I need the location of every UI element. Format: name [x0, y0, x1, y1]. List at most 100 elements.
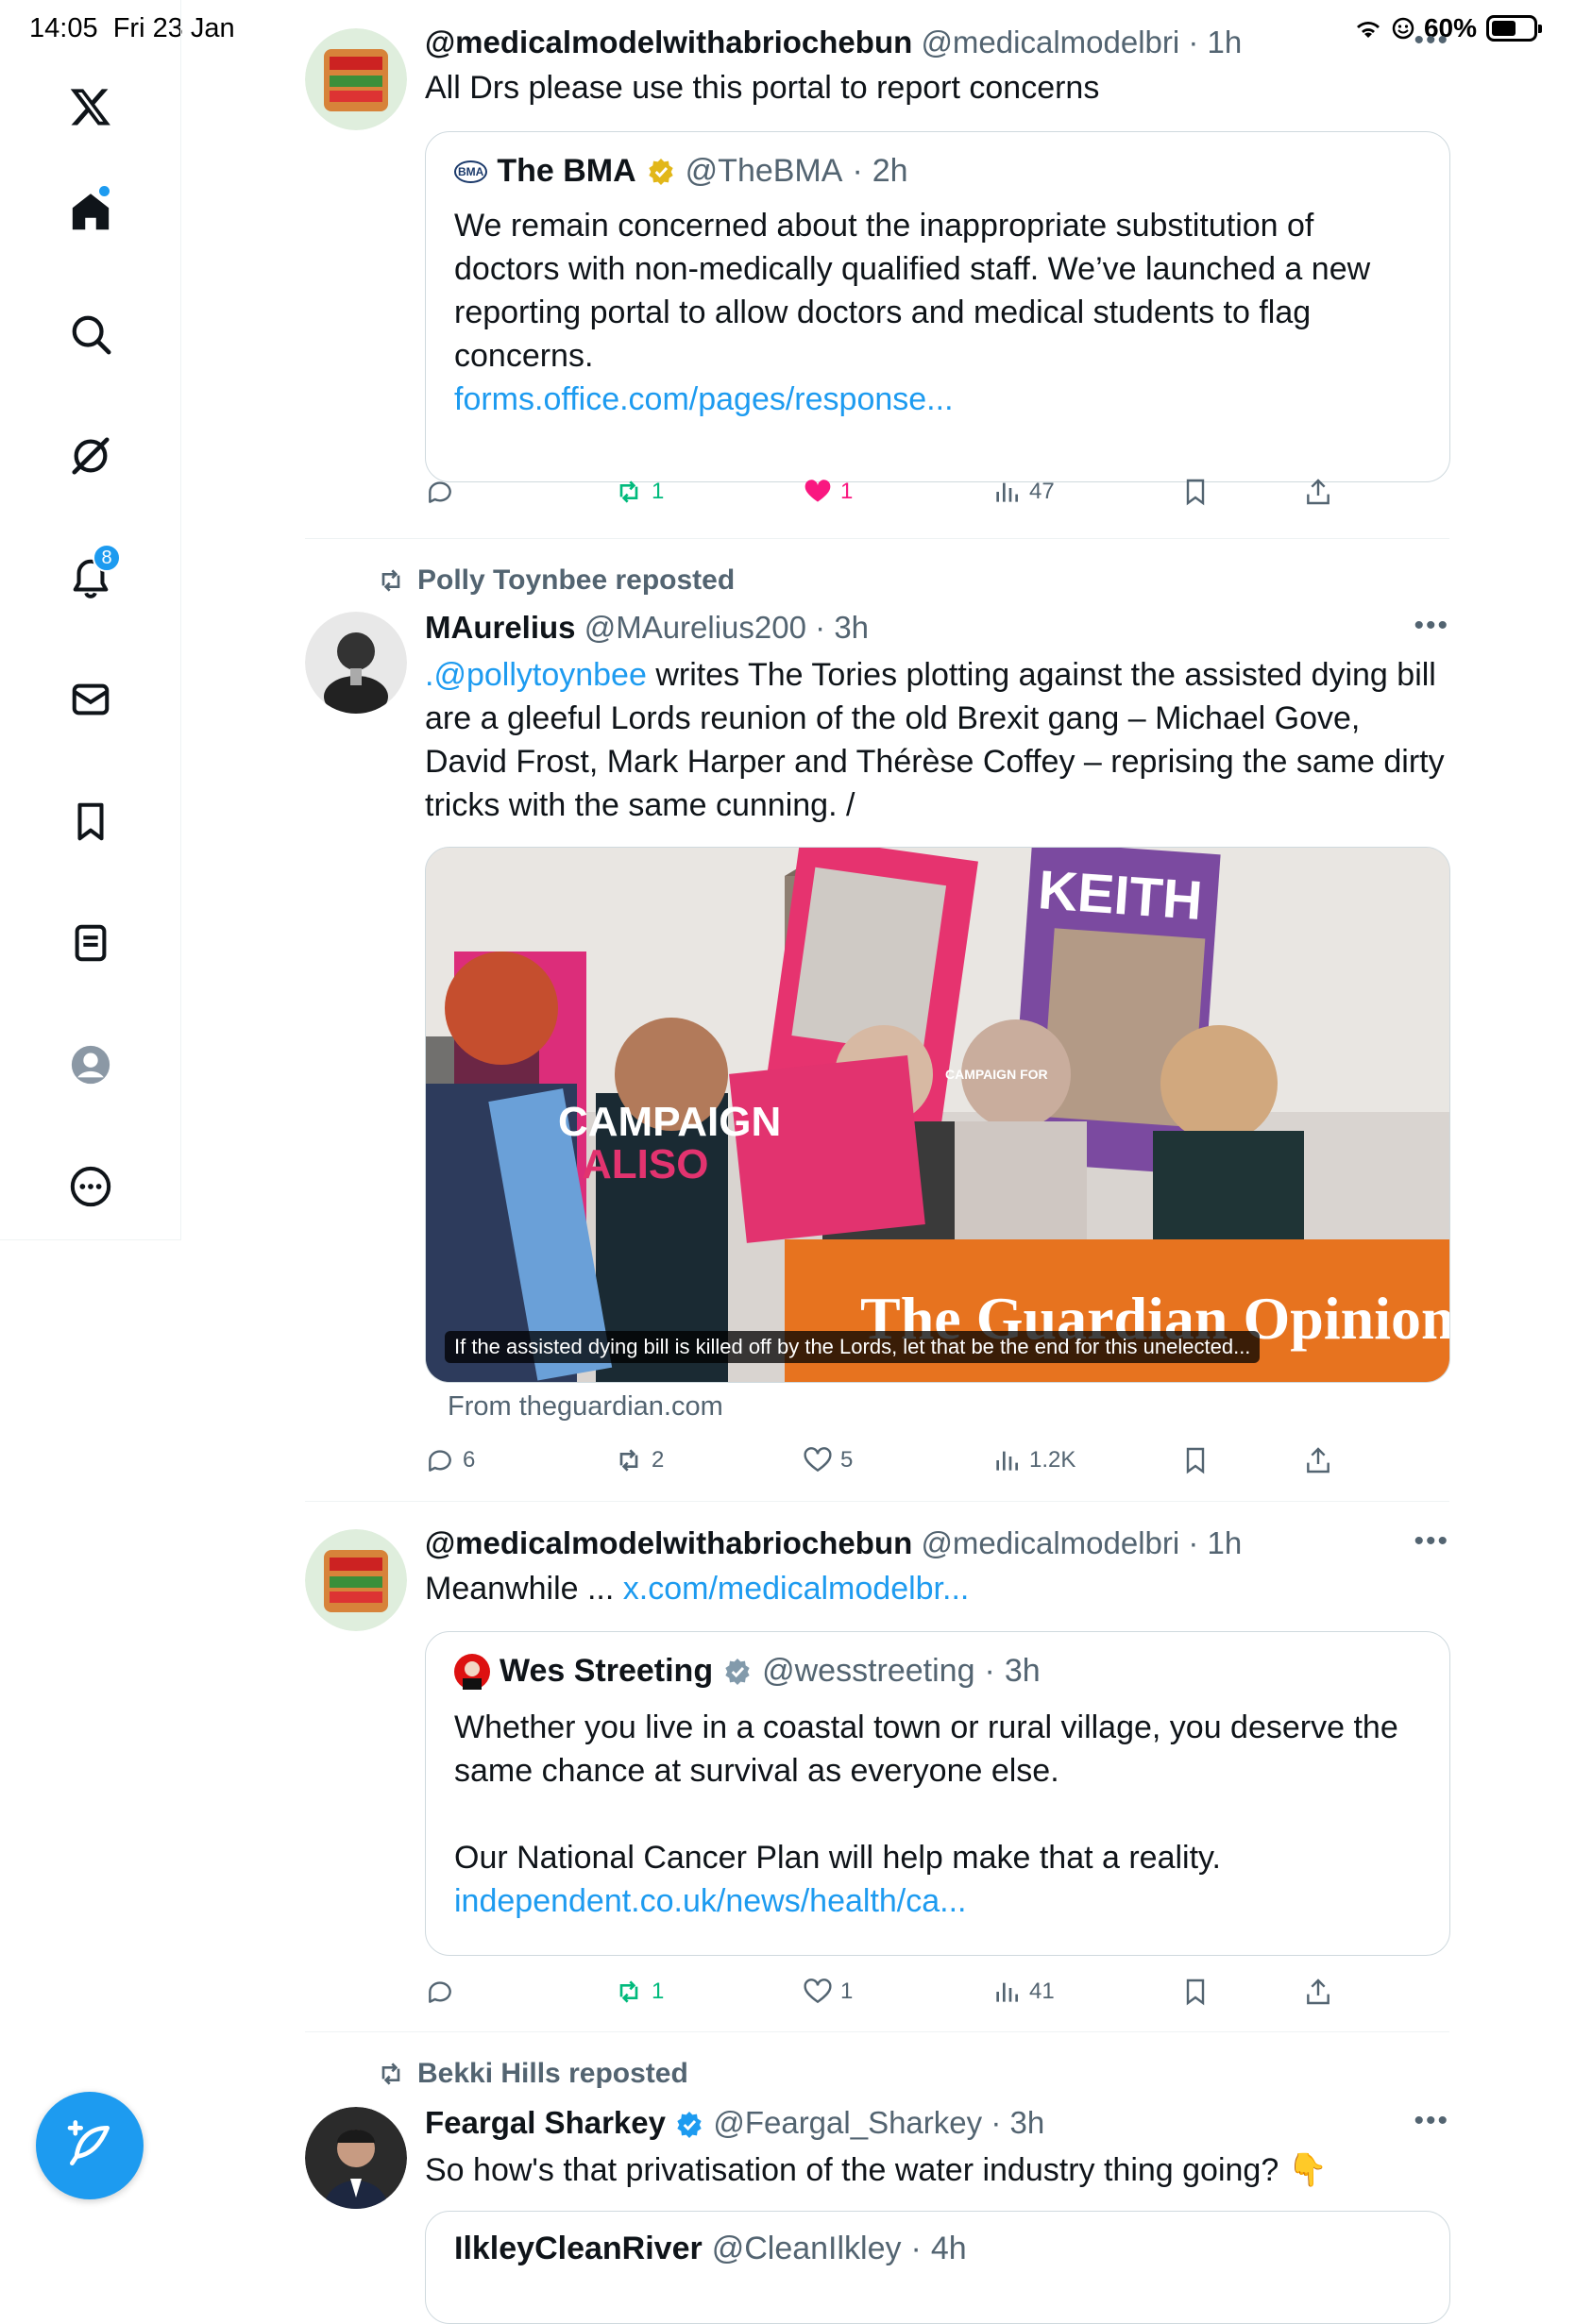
- post-time[interactable]: 3h: [1009, 2105, 1044, 2140]
- post-time[interactable]: 1h: [1208, 25, 1243, 59]
- author-handle: @MAurelius200: [584, 610, 806, 645]
- author-name[interactable]: @medicalmodelwithabriochebun: [425, 1525, 912, 1560]
- post-time[interactable]: 1h: [1208, 1525, 1243, 1560]
- link-source[interactable]: From theguardian.com: [448, 1391, 723, 1423]
- mention-link[interactable]: .@pollytoynbee: [425, 657, 647, 693]
- home-unread-dot: [99, 186, 110, 196]
- share-button[interactable]: [1303, 1977, 1333, 2007]
- like-button[interactable]: 1: [803, 477, 853, 507]
- like-button[interactable]: 1: [803, 1977, 853, 2007]
- share-icon: [1307, 1447, 1329, 1474]
- repost-count: 2: [652, 1447, 665, 1473]
- search-icon[interactable]: [53, 296, 128, 372]
- avatar[interactable]: [305, 1529, 407, 1631]
- author-handle: @Feargal_Sharkey: [713, 2105, 983, 2140]
- reply-button[interactable]: [425, 477, 463, 507]
- link-card-image[interactable]: KEITH CAMPAIGN ALISO CAMPAIGN FOR The Gu…: [425, 847, 1450, 1383]
- post-text: All Drs please use this portal to report…: [425, 70, 1100, 106]
- repost-count: 1: [652, 479, 665, 504]
- notifications-badge: 8: [93, 544, 121, 572]
- views-icon: [996, 1451, 1018, 1471]
- compose-post-button[interactable]: [36, 2092, 144, 2199]
- gold-verified-icon: [648, 158, 673, 185]
- quoted-header: Wes Streeting @wesstreeting · 3h: [454, 1653, 1041, 1690]
- quoted-post[interactable]: BMA The BMA @TheBMA · 2h We remain conce…: [425, 131, 1450, 482]
- repost-icon: [619, 480, 638, 503]
- bookmark-button[interactable]: [1180, 1445, 1211, 1475]
- post-time[interactable]: 3h: [834, 610, 869, 645]
- author-handle: @medicalmodelbri: [921, 1525, 1180, 1560]
- wifi-icon: [1356, 22, 1380, 38]
- post-actions: 6 2 5 1.2K: [425, 1445, 1450, 1483]
- sign-campaign: CAMPAIGN: [558, 1099, 781, 1145]
- post-link[interactable]: x.com/medicalmodelbr...: [623, 1571, 970, 1607]
- quoted-post[interactable]: Wes Streeting @wesstreeting · 3h Whether…: [425, 1631, 1450, 1956]
- more-options-icon[interactable]: •••: [1414, 1525, 1449, 1558]
- repost-button[interactable]: 1: [614, 477, 664, 507]
- more-icon[interactable]: [53, 1149, 128, 1224]
- avatar[interactable]: [305, 2107, 407, 2209]
- repost-button[interactable]: 2: [614, 1445, 664, 1475]
- views-button[interactable]: 47: [991, 477, 1055, 507]
- post-body: Meanwhile ...: [425, 1571, 623, 1607]
- heart-icon: [804, 1447, 832, 1473]
- reposted-by-label[interactable]: Bekki Hills reposted: [417, 2058, 688, 2090]
- more-options-icon[interactable]: •••: [1414, 25, 1449, 57]
- share-button[interactable]: [1303, 477, 1333, 507]
- messages-icon[interactable]: [53, 662, 128, 737]
- avatar[interactable]: [305, 612, 407, 714]
- quoted-link[interactable]: forms.office.com/pages/response...: [454, 381, 954, 417]
- face-icon: [1392, 17, 1414, 40]
- author-name[interactable]: MAurelius: [425, 610, 576, 645]
- more-options-icon[interactable]: •••: [1414, 2105, 1449, 2137]
- x-logo-icon[interactable]: [53, 69, 128, 144]
- bookmarks-icon[interactable]: [53, 783, 128, 859]
- views-button[interactable]: 41: [991, 1977, 1055, 2007]
- protest-photo: KEITH CAMPAIGN ALISO CAMPAIGN FOR The Gu…: [426, 848, 1449, 1382]
- bookmark-button[interactable]: [1180, 477, 1211, 507]
- bma-logo-icon: BMA: [454, 160, 488, 183]
- post-header: @medicalmodelwithabriochebun @medicalmod…: [425, 25, 1243, 59]
- bookmark-icon: [1186, 1979, 1205, 2006]
- avatar[interactable]: [305, 28, 407, 130]
- bookmark-button[interactable]: [1180, 1977, 1211, 2007]
- quoted-body: Whether you live in a coastal town or ru…: [454, 1709, 1398, 1789]
- post-text: So how's that privatisation of the water…: [425, 2152, 1329, 2188]
- quoted-author-name: Wes Streeting: [500, 1653, 714, 1689]
- divider: [305, 2031, 1449, 2032]
- reply-button[interactable]: [425, 1977, 463, 2007]
- repost-button[interactable]: 1: [614, 1977, 664, 2007]
- like-button[interactable]: 5: [803, 1445, 853, 1475]
- quoted-text: We remain concerned about the inappropri…: [454, 204, 1421, 421]
- lists-icon[interactable]: [53, 905, 128, 981]
- repost-icon: [381, 2063, 400, 2085]
- quoted-author-name: IlkleyCleanRiver: [454, 2231, 703, 2266]
- sign-keith: KEITH: [1036, 859, 1204, 932]
- quoted-link[interactable]: independent.co.uk/news/health/ca...: [454, 1883, 967, 1919]
- repost-indicator: Polly Toynbee reposted: [376, 564, 1520, 602]
- reposted-by-label[interactable]: Polly Toynbee reposted: [417, 564, 735, 597]
- grok-icon[interactable]: [53, 418, 128, 494]
- battery-icon: [1486, 15, 1542, 42]
- reply-icon: [429, 1981, 451, 2003]
- blue-verified-icon: [677, 2112, 702, 2139]
- post-text: .@pollytoynbee writes The Tories plottin…: [425, 653, 1449, 827]
- profile-icon[interactable]: [53, 1027, 128, 1103]
- views-button[interactable]: 1.2K: [991, 1445, 1075, 1475]
- sidebar: 8: [0, 0, 181, 1240]
- repost-indicator: Bekki Hills reposted: [376, 2058, 1520, 2096]
- quoted-post[interactable]: IlkleyCleanRiver @CleanIlkley · 4h: [425, 2211, 1450, 2324]
- post[interactable]: MAurelius @MAurelius200 · 3h ••• .@polly…: [425, 610, 1450, 1478]
- author-handle: @medicalmodelbri: [921, 25, 1180, 59]
- post[interactable]: @medicalmodelwithabriochebun @medicalmod…: [425, 1525, 1450, 2016]
- author-name[interactable]: Feargal Sharkey: [425, 2105, 666, 2140]
- share-button[interactable]: [1303, 1445, 1333, 1475]
- post[interactable]: Feargal Sharkey @Feargal_Sharkey · 3h ••…: [425, 2105, 1450, 2324]
- notifications-icon[interactable]: 8: [53, 540, 128, 615]
- more-options-icon[interactable]: •••: [1414, 610, 1449, 642]
- reply-button[interactable]: 6: [425, 1445, 475, 1475]
- home-icon[interactable]: [53, 175, 128, 250]
- author-name[interactable]: @medicalmodelwithabriochebun: [425, 25, 912, 59]
- quoted-time: 3h: [1004, 1653, 1041, 1689]
- views-icon: [996, 1982, 1018, 2002]
